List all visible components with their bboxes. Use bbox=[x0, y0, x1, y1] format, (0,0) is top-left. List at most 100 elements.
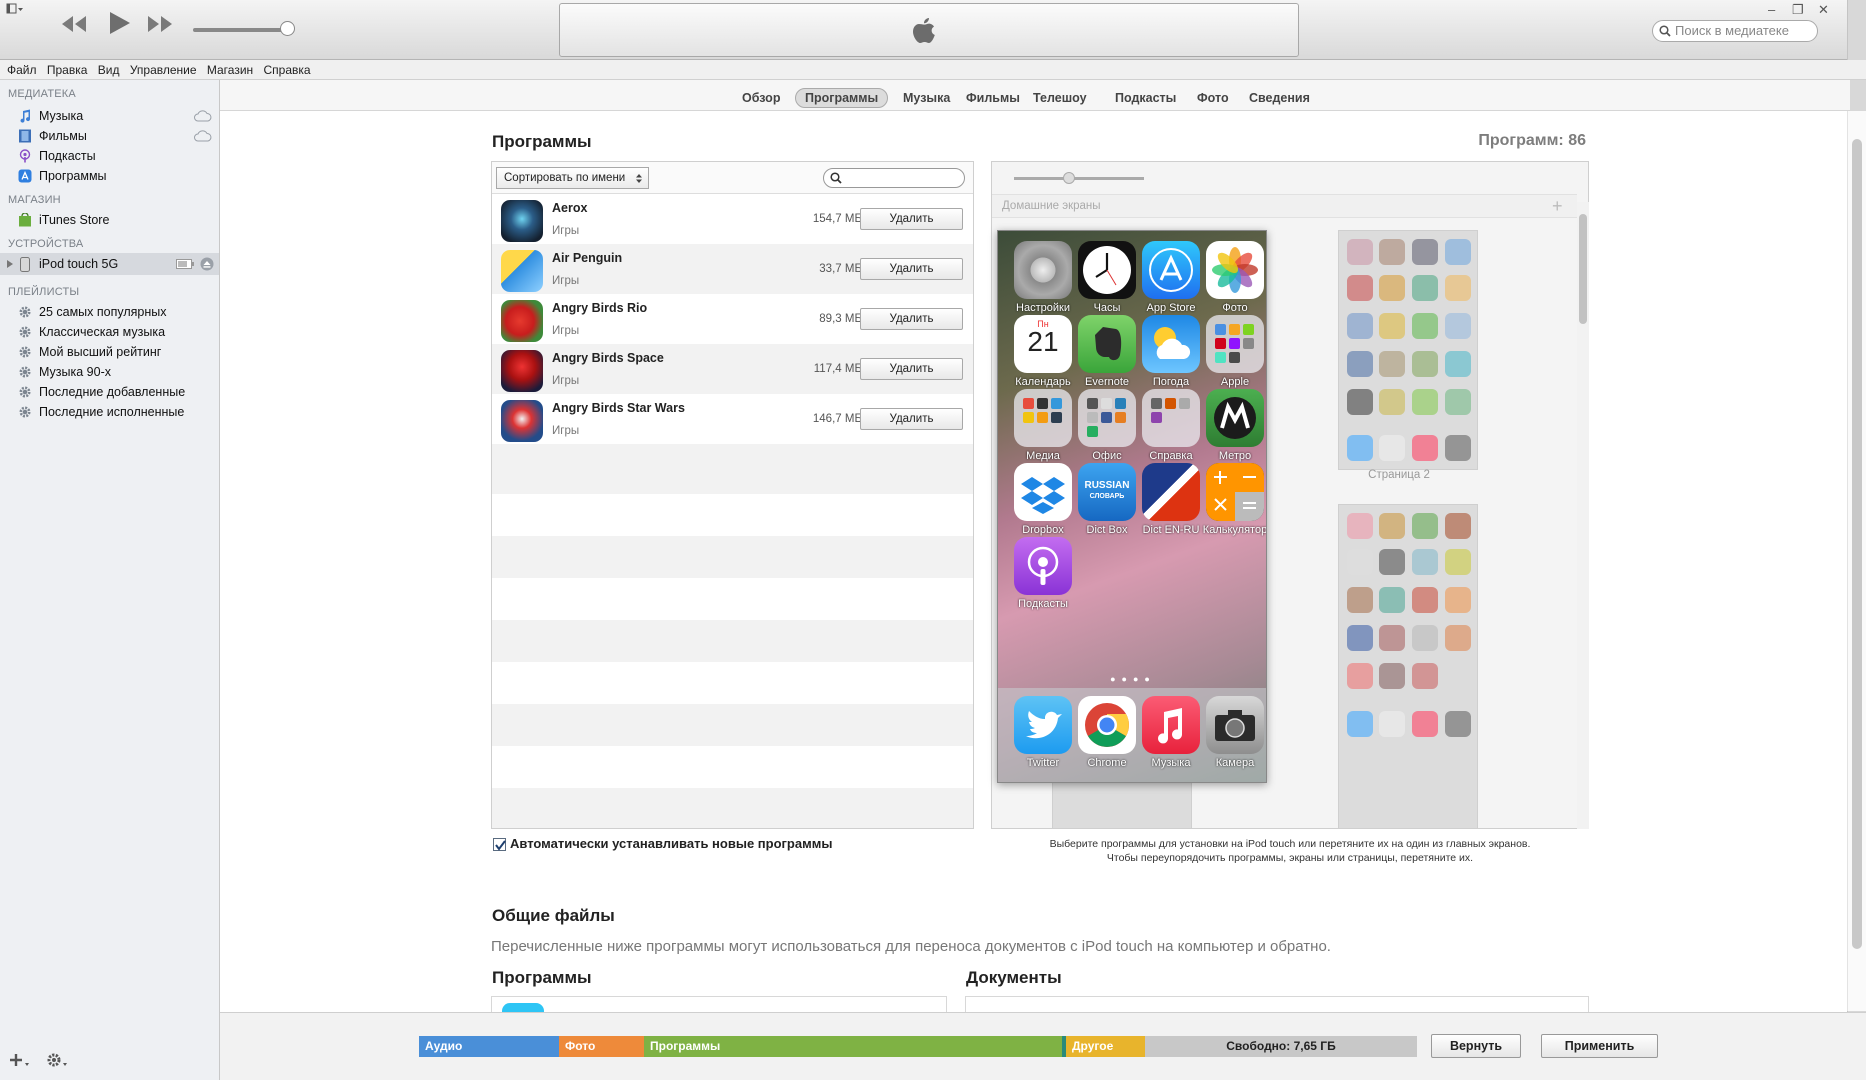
volume-slider[interactable] bbox=[193, 28, 293, 32]
folder-icon bbox=[1142, 389, 1200, 447]
delete-app-button[interactable]: Удалить bbox=[860, 358, 963, 380]
dock-icon-camera[interactable]: Камера bbox=[1197, 696, 1266, 782]
close-button[interactable]: ✕ bbox=[1818, 2, 1829, 18]
stepper-arrows-icon bbox=[636, 174, 642, 183]
app-category: Игры bbox=[552, 225, 580, 237]
clock-icon bbox=[1078, 241, 1136, 299]
aerox-app-icon bbox=[501, 200, 543, 242]
sidebar-playlist-item[interactable]: Последние добавленные bbox=[18, 381, 218, 403]
main-scrollbar[interactable] bbox=[1847, 111, 1866, 1011]
smart-playlist-gear-icon bbox=[19, 406, 31, 418]
sidebar-item-music[interactable]: Музыка bbox=[18, 105, 218, 127]
section-title-apps: Программы bbox=[492, 132, 592, 151]
tab-photos[interactable]: Фото bbox=[1188, 88, 1238, 108]
play-icon[interactable] bbox=[106, 8, 132, 44]
app-row[interactable]: Aerox Игры 154,7 МБ Удалить bbox=[492, 194, 973, 244]
menu-controls[interactable]: Управление bbox=[123, 60, 197, 77]
miniplayer-menu-icon[interactable] bbox=[6, 3, 24, 15]
sidebar-playlist-item[interactable]: Музыка 90-х bbox=[18, 361, 218, 383]
photos-flower-icon bbox=[1206, 241, 1264, 299]
empty-row bbox=[492, 536, 973, 578]
app-name: Aerox bbox=[552, 201, 588, 215]
sidebar-playlist-item[interactable]: Мой высший рейтинг bbox=[18, 341, 218, 363]
home-screens-header: Домашние экраны + bbox=[992, 194, 1577, 218]
app-search-input[interactable] bbox=[823, 168, 965, 188]
restore-button[interactable]: ❐ bbox=[1792, 2, 1804, 18]
minimize-button[interactable]: – bbox=[1768, 2, 1775, 17]
app-name: Angry Birds Rio bbox=[552, 301, 648, 315]
apple-logo-icon bbox=[910, 16, 938, 46]
smart-playlist-gear-icon bbox=[19, 306, 31, 318]
page-indicator-dots[interactable]: ●●●● bbox=[998, 674, 1266, 684]
sidebar-playlist-item[interactable]: Последние исполненные bbox=[18, 401, 218, 423]
sidebar-item-podcasts[interactable]: Подкасты bbox=[18, 145, 218, 167]
add-playlist-button[interactable] bbox=[10, 1052, 30, 1071]
volume-knob[interactable] bbox=[280, 21, 295, 36]
sidebar-playlist-item[interactable]: Классическая музыка bbox=[18, 321, 218, 343]
apply-button[interactable]: Применить bbox=[1541, 1034, 1658, 1058]
home-page-thumbnail[interactable] bbox=[1338, 230, 1478, 470]
menu-store[interactable]: Магазин bbox=[200, 60, 253, 77]
app-store-icon bbox=[18, 169, 32, 183]
app-row[interactable]: Air Penguin Игры 33,7 МБ Удалить bbox=[492, 244, 973, 294]
tab-apps[interactable]: Программы bbox=[795, 88, 889, 108]
add-screen-plus-icon[interactable]: + bbox=[1552, 195, 1563, 217]
app-size: 146,7 МБ bbox=[812, 413, 862, 425]
auto-install-label[interactable]: Автоматически устанавливать новые програ… bbox=[510, 836, 832, 851]
auto-install-checkbox[interactable] bbox=[493, 838, 506, 851]
tab-movies[interactable]: Фильмы bbox=[957, 88, 1029, 108]
delete-app-button[interactable]: Удалить bbox=[860, 308, 963, 330]
home-page-thumbnail[interactable] bbox=[1338, 504, 1478, 829]
checkmark-icon bbox=[495, 840, 506, 851]
app-row[interactable]: Angry Birds Star Wars Игры 146,7 МБ Удал… bbox=[492, 394, 973, 444]
tab-summary[interactable]: Обзор bbox=[733, 88, 789, 108]
capacity-apps: Программы bbox=[644, 1036, 1062, 1057]
disclosure-triangle-icon[interactable] bbox=[7, 260, 13, 268]
smart-playlist-gear-icon bbox=[19, 386, 31, 398]
home-screen-preview[interactable]: Настройки Часы App Store Фото Пн 21 Кале… bbox=[997, 230, 1267, 783]
search-icon bbox=[1659, 25, 1671, 37]
sidebar-heading-library: МЕДИАТЕКА bbox=[8, 88, 76, 100]
empty-row bbox=[492, 662, 973, 704]
menu-view[interactable]: Вид bbox=[91, 60, 120, 77]
delete-app-button[interactable]: Удалить bbox=[860, 208, 963, 230]
delete-app-button[interactable]: Удалить bbox=[860, 408, 963, 430]
gear-icon bbox=[47, 1053, 67, 1067]
tab-info[interactable]: Сведения bbox=[1240, 88, 1319, 108]
sidebar-item-apps[interactable]: Программы bbox=[18, 165, 218, 187]
sidebar-item-ipod[interactable]: iPod touch 5G bbox=[0, 253, 219, 275]
sidebar-item-itunes-store[interactable]: iTunes Store bbox=[18, 209, 218, 231]
settings-button[interactable] bbox=[46, 1052, 70, 1071]
rewind-icon[interactable] bbox=[60, 12, 88, 42]
menu-help[interactable]: Справка bbox=[257, 60, 311, 77]
tab-music[interactable]: Музыка bbox=[894, 88, 959, 108]
empty-row bbox=[492, 444, 973, 494]
sidebar-playlist-item[interactable]: 25 самых популярных bbox=[18, 301, 218, 323]
podcast-icon bbox=[19, 149, 31, 163]
folder-icon bbox=[1078, 389, 1136, 447]
store-bag-icon bbox=[19, 213, 31, 227]
app-size: 33,7 МБ bbox=[819, 263, 862, 275]
menu-file[interactable]: Файл bbox=[0, 60, 37, 77]
app-row[interactable]: Angry Birds Space Игры 117,4 МБ Удалить bbox=[492, 344, 973, 394]
menu-edit[interactable]: Правка bbox=[40, 60, 88, 77]
sidebar-item-movies[interactable]: Фильмы bbox=[18, 125, 218, 147]
fast-forward-icon[interactable] bbox=[146, 12, 174, 42]
app-row[interactable]: Angry Birds Rio Игры 89,3 МБ Удалить bbox=[492, 294, 973, 344]
zoom-knob[interactable] bbox=[1063, 172, 1075, 184]
zoom-slider[interactable] bbox=[1014, 177, 1144, 180]
tab-podcasts[interactable]: Подкасты bbox=[1106, 88, 1185, 108]
music-note-icon bbox=[1142, 696, 1200, 754]
apps-count: Программ: 86 bbox=[1478, 132, 1586, 149]
home-screens-scrollbar[interactable] bbox=[1577, 202, 1589, 829]
sidebar: МЕДИАТЕКА Музыка Фильмы Подкасты Програм… bbox=[0, 80, 220, 1080]
delete-app-button[interactable]: Удалить bbox=[860, 258, 963, 280]
revert-button[interactable]: Вернуть bbox=[1431, 1034, 1521, 1058]
tab-tv-shows[interactable]: Телешоу bbox=[1024, 88, 1096, 108]
library-search-input[interactable]: Поиск в медиатеке bbox=[1652, 20, 1818, 42]
app-name: Angry Birds Space bbox=[552, 351, 664, 365]
app-icon-calculator[interactable]: Калькулятор bbox=[1197, 463, 1266, 551]
eject-icon[interactable] bbox=[200, 257, 214, 271]
app-icon-podcasts[interactable]: Подкасты bbox=[1005, 537, 1081, 625]
sort-select[interactable]: Сортировать по имени bbox=[496, 167, 649, 189]
